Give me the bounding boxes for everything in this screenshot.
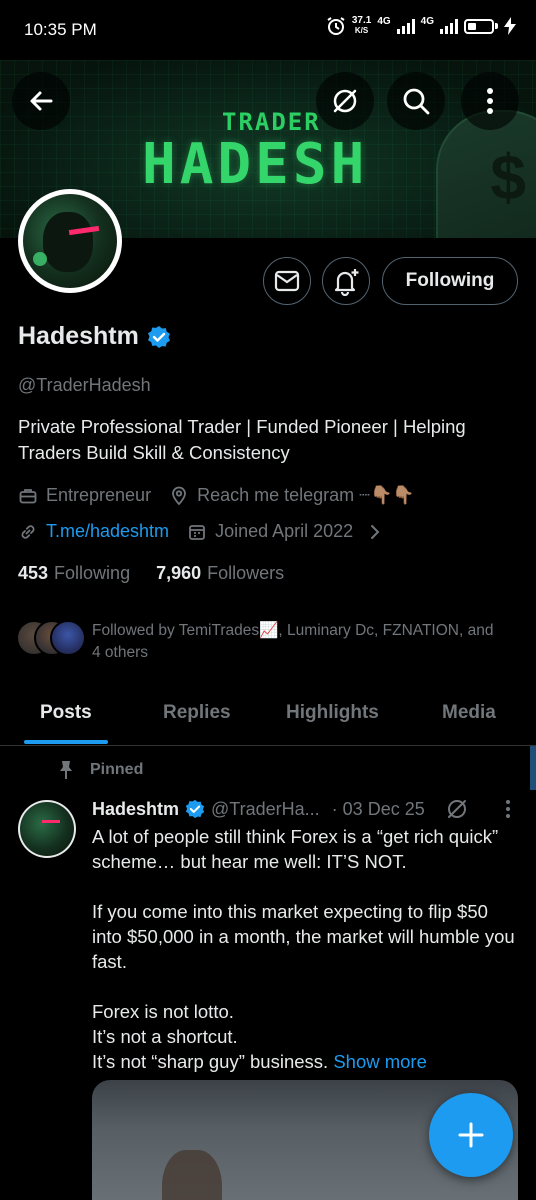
envelope-icon bbox=[274, 270, 300, 292]
network-speed: 37.1 K/S bbox=[352, 16, 371, 36]
pin-icon bbox=[60, 761, 72, 779]
status-bar: 10:35 PM 37.1 K/S 4G 4G bbox=[0, 0, 536, 60]
profile-avatar[interactable] bbox=[18, 189, 122, 293]
signal-icon-2 bbox=[440, 18, 458, 34]
signal-icon-1 bbox=[396, 18, 415, 34]
post-date: · 03 Dec 25 bbox=[331, 798, 425, 819]
profile-meta-row-1: Entrepreneur Reach me telegram ┈👇🏽👇🏽 bbox=[18, 485, 415, 506]
post-author-name[interactable]: Hadeshtm bbox=[92, 799, 179, 820]
arrow-left-icon bbox=[30, 91, 53, 111]
post-line-3: It’s not “sharp guy” business. bbox=[92, 1051, 329, 1072]
follow-counts: 453 Following 7,960 Followers bbox=[18, 563, 284, 584]
verified-badge-icon bbox=[185, 799, 205, 819]
following-button[interactable]: Following bbox=[382, 257, 518, 305]
following-count: 453 bbox=[18, 563, 49, 583]
avatar-image bbox=[23, 194, 117, 288]
bio-line-1: Private Professional Trader | Funded Pio… bbox=[18, 416, 466, 437]
tab-media[interactable]: Media bbox=[442, 702, 496, 724]
profile-joined: Joined April 2022 bbox=[215, 521, 354, 541]
bio-line-2: Traders Build Skill & Consistency bbox=[18, 442, 290, 463]
show-more-link[interactable]: Show more bbox=[333, 1051, 427, 1072]
profile-handle: @TraderHadesh bbox=[18, 375, 151, 395]
network-speed-unit: K/S bbox=[354, 26, 369, 35]
followed-by-avatars[interactable] bbox=[16, 620, 86, 658]
search-icon bbox=[403, 88, 430, 115]
more-options-button[interactable] bbox=[461, 72, 519, 130]
briefcase-icon bbox=[18, 486, 38, 506]
scrollbar-thumb[interactable] bbox=[530, 746, 536, 790]
network-speed-value: 37.1 bbox=[351, 15, 372, 26]
search-button[interactable] bbox=[387, 72, 445, 130]
bell-plus-icon bbox=[334, 269, 359, 296]
status-time: 10:35 PM bbox=[24, 20, 97, 39]
followers-count-link[interactable]: 7,960 Followers bbox=[156, 563, 284, 584]
pinned-label: Pinned bbox=[58, 760, 143, 780]
compose-post-button[interactable] bbox=[429, 1093, 513, 1177]
pinned-text: Pinned bbox=[90, 761, 144, 778]
profile-category: Entrepreneur bbox=[46, 485, 152, 505]
follower-avatar bbox=[50, 620, 86, 656]
more-vertical-icon bbox=[487, 88, 493, 114]
profile-meta-row-2: T.me/hadeshtm Joined April 2022 bbox=[18, 521, 385, 542]
plus-icon bbox=[458, 1122, 484, 1148]
profile-bio: Private Professional Trader | Funded Pio… bbox=[18, 414, 518, 466]
charging-icon bbox=[504, 17, 516, 35]
post-paragraph-1: A lot of people still think Forex is a “… bbox=[92, 826, 499, 872]
followed-by-line-2: 4 others bbox=[92, 644, 149, 661]
chevron-right-icon[interactable] bbox=[365, 522, 385, 542]
tab-replies[interactable]: Replies bbox=[163, 702, 231, 724]
post-paragraph-2: If you come into this market expecting t… bbox=[92, 901, 515, 972]
banner-dollar-mark: $ bbox=[490, 141, 526, 213]
active-tab-indicator bbox=[24, 740, 108, 744]
battery-tip bbox=[495, 23, 498, 29]
post-header: Hadeshtm @TraderHa... · 03 Dec 25 bbox=[92, 797, 511, 821]
post-author-handle[interactable]: @TraderHa... bbox=[211, 799, 320, 820]
profile-name: Hadeshtm bbox=[18, 322, 171, 351]
tab-highlights[interactable]: Highlights bbox=[286, 702, 379, 724]
grok-icon[interactable] bbox=[445, 797, 469, 821]
tab-posts[interactable]: Posts bbox=[40, 702, 92, 724]
profile-tabs: Posts Replies Highlights Media bbox=[0, 684, 536, 746]
profile-location: Reach me telegram ┈👇🏽👇🏽 bbox=[197, 485, 415, 505]
message-button[interactable] bbox=[263, 257, 311, 305]
grok-button[interactable] bbox=[316, 72, 374, 130]
following-label: Following bbox=[54, 563, 131, 583]
followed-by-text[interactable]: Followed by TemiTrades📈, Luminary Dc, FZ… bbox=[92, 620, 522, 664]
link-icon bbox=[18, 522, 38, 542]
post-body: A lot of people still think Forex is a “… bbox=[92, 824, 522, 1074]
followed-by-line-1: Followed by TemiTrades📈, Luminary Dc, FZ… bbox=[92, 622, 494, 639]
network-type-2: 4G bbox=[420, 16, 434, 27]
alarm-icon bbox=[327, 17, 345, 35]
post-line-2: It’s not a shortcut. bbox=[92, 1026, 238, 1047]
status-icons: 37.1 K/S 4G 4G bbox=[326, 16, 516, 36]
verified-badge-icon bbox=[147, 325, 170, 348]
calendar-icon bbox=[187, 522, 207, 542]
network-type-1: 4G bbox=[377, 16, 391, 27]
post-more-icon[interactable] bbox=[505, 799, 511, 819]
followers-count: 7,960 bbox=[156, 563, 202, 583]
profile-website-link[interactable]: T.me/hadeshtm bbox=[46, 521, 169, 542]
banner-title: HADESH bbox=[142, 132, 369, 197]
post-author-avatar[interactable] bbox=[18, 800, 76, 858]
location-icon bbox=[169, 486, 189, 506]
battery-icon bbox=[464, 18, 494, 34]
post-avatar-image bbox=[20, 802, 74, 856]
grok-icon bbox=[333, 89, 357, 113]
back-button[interactable] bbox=[12, 72, 70, 130]
profile-name-text: Hadeshtm bbox=[18, 322, 139, 350]
following-count-link[interactable]: 453 Following bbox=[18, 563, 130, 584]
notify-button[interactable] bbox=[322, 257, 370, 305]
post-line-1: Forex is not lotto. bbox=[92, 1001, 234, 1022]
followers-label: Followers bbox=[207, 563, 285, 583]
